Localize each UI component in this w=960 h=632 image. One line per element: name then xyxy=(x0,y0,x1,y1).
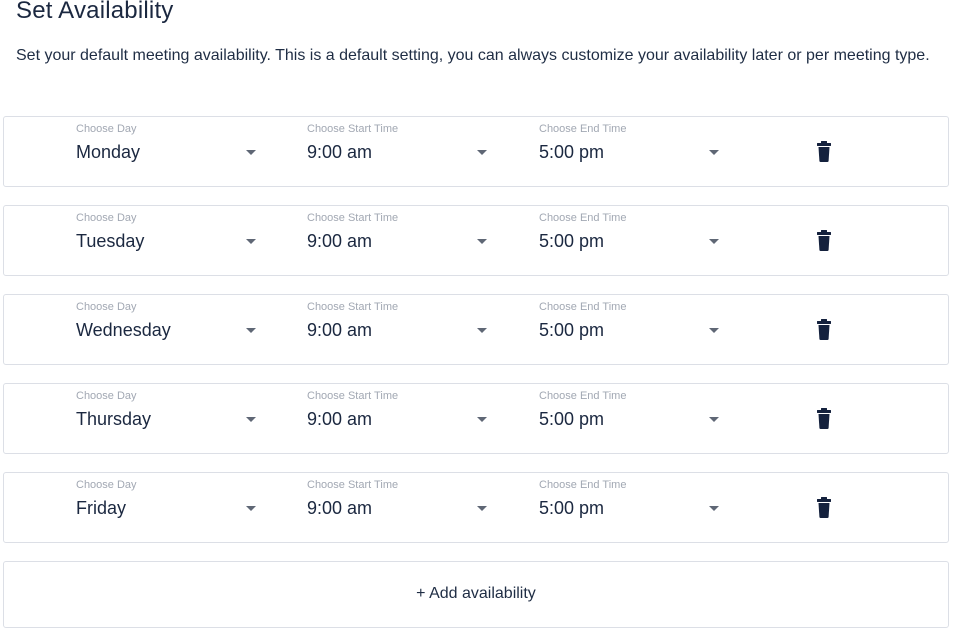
page-description: Set your default meeting availability. T… xyxy=(16,47,930,64)
end-time-label: Choose End Time xyxy=(539,479,627,491)
start-time-value: 9:00 am xyxy=(307,320,373,340)
start-time-value: 9:00 am xyxy=(307,409,373,429)
start-time-select[interactable]: Choose Start Time 9:00 am xyxy=(307,473,497,542)
availability-row-4: Choose Day Friday Choose Start Time 9:00… xyxy=(3,472,949,543)
end-time-label: Choose End Time xyxy=(539,301,627,313)
delete-button[interactable] xyxy=(814,141,834,163)
end-time-select[interactable]: Choose End Time 5:00 pm xyxy=(539,473,729,542)
availability-list: Choose Day Monday Choose Start Time 9:00… xyxy=(3,116,949,628)
end-time-select[interactable]: Choose End Time 5:00 pm xyxy=(539,117,729,186)
chevron-down-icon xyxy=(709,150,719,155)
day-select[interactable]: Choose Day Friday xyxy=(76,473,266,542)
day-select-label: Choose Day xyxy=(76,390,137,402)
day-select[interactable]: Choose Day Thursday xyxy=(76,384,266,453)
delete-button[interactable] xyxy=(814,408,834,430)
end-time-label: Choose End Time xyxy=(539,123,627,135)
start-time-value: 9:00 am xyxy=(307,142,373,162)
day-select-label: Choose Day xyxy=(76,123,137,135)
availability-row-2: Choose Day Wednesday Choose Start Time 9… xyxy=(3,294,949,365)
end-time-value: 5:00 pm xyxy=(539,409,605,429)
chevron-down-icon xyxy=(709,417,719,422)
chevron-down-icon xyxy=(246,239,256,244)
start-time-select[interactable]: Choose Start Time 9:00 am xyxy=(307,384,497,453)
day-select-label: Choose Day xyxy=(76,479,137,491)
day-select-value: Tuesday xyxy=(76,231,145,251)
chevron-down-icon xyxy=(477,328,487,333)
end-time-select[interactable]: Choose End Time 5:00 pm xyxy=(539,206,729,275)
day-select[interactable]: Choose Day Monday xyxy=(76,117,266,186)
delete-button[interactable] xyxy=(814,319,834,341)
start-time-select[interactable]: Choose Start Time 9:00 am xyxy=(307,117,497,186)
start-time-value: 9:00 am xyxy=(307,498,373,518)
end-time-select[interactable]: Choose End Time 5:00 pm xyxy=(539,295,729,364)
day-select[interactable]: Choose Day Tuesday xyxy=(76,206,266,275)
start-time-label: Choose Start Time xyxy=(307,123,399,135)
start-time-value: 9:00 am xyxy=(307,231,373,251)
add-availability-button[interactable]: + Add availability xyxy=(3,561,949,628)
end-time-value: 5:00 pm xyxy=(539,142,605,162)
start-time-label: Choose Start Time xyxy=(307,212,399,224)
chevron-down-icon xyxy=(709,506,719,511)
start-time-select[interactable]: Choose Start Time 9:00 am xyxy=(307,295,497,364)
day-select-value: Monday xyxy=(76,142,141,162)
day-select-value: Thursday xyxy=(76,409,152,429)
chevron-down-icon xyxy=(709,328,719,333)
start-time-label: Choose Start Time xyxy=(307,301,399,313)
trash-icon xyxy=(817,319,831,340)
chevron-down-icon xyxy=(246,506,256,511)
chevron-down-icon xyxy=(477,417,487,422)
trash-icon xyxy=(817,141,831,162)
delete-button[interactable] xyxy=(814,230,834,252)
availability-row-3: Choose Day Thursday Choose Start Time 9:… xyxy=(3,383,949,454)
start-time-select[interactable]: Choose Start Time 9:00 am xyxy=(307,206,497,275)
chevron-down-icon xyxy=(477,506,487,511)
page-title: Set Availability xyxy=(16,0,174,24)
availability-page: Set Availability Set your default meetin… xyxy=(0,0,960,632)
start-time-label: Choose Start Time xyxy=(307,390,399,402)
availability-row-1: Choose Day Tuesday Choose Start Time 9:0… xyxy=(3,205,949,276)
end-time-value: 5:00 pm xyxy=(539,231,605,251)
day-select-label: Choose Day xyxy=(76,301,137,313)
delete-button[interactable] xyxy=(814,497,834,519)
chevron-down-icon xyxy=(246,417,256,422)
chevron-down-icon xyxy=(477,150,487,155)
end-time-label: Choose End Time xyxy=(539,212,627,224)
availability-row-0: Choose Day Monday Choose Start Time 9:00… xyxy=(3,116,949,187)
trash-icon xyxy=(817,408,831,429)
end-time-value: 5:00 pm xyxy=(539,320,605,340)
chevron-down-icon xyxy=(246,150,256,155)
end-time-label: Choose End Time xyxy=(539,390,627,402)
end-time-value: 5:00 pm xyxy=(539,498,605,518)
day-select-label: Choose Day xyxy=(76,212,137,224)
start-time-label: Choose Start Time xyxy=(307,479,399,491)
chevron-down-icon xyxy=(709,239,719,244)
day-select-value: Wednesday xyxy=(76,320,171,340)
add-availability-label: + Add availability xyxy=(416,585,536,602)
day-select-value: Friday xyxy=(76,498,127,518)
trash-icon xyxy=(817,497,831,518)
trash-icon xyxy=(817,230,831,251)
chevron-down-icon xyxy=(246,328,256,333)
chevron-down-icon xyxy=(477,239,487,244)
day-select[interactable]: Choose Day Wednesday xyxy=(76,295,266,364)
end-time-select[interactable]: Choose End Time 5:00 pm xyxy=(539,384,729,453)
